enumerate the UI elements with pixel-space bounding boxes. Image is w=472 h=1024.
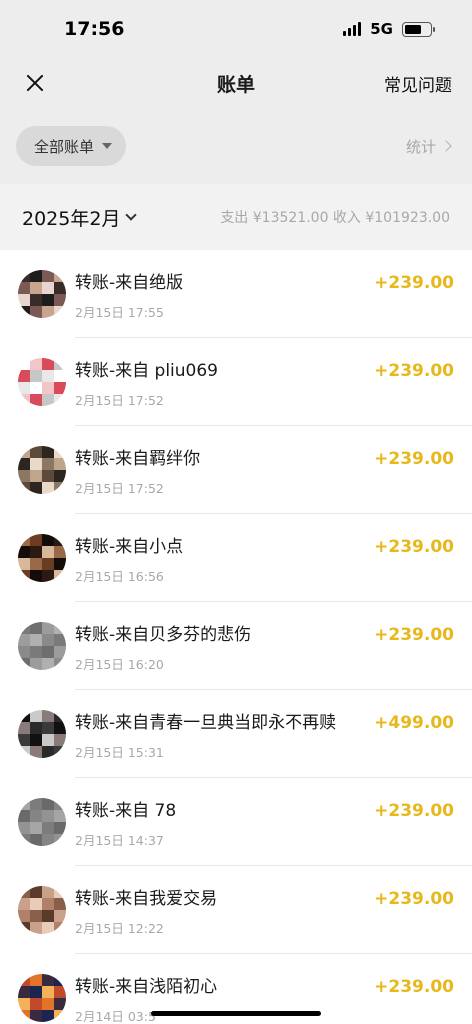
transaction-title: 转账-来自贝多芬的悲伤 (75, 625, 252, 645)
avatar (18, 798, 66, 846)
all-bills-label: 全部账单 (34, 137, 95, 156)
transaction-amount: +239.00 (374, 273, 454, 293)
transaction-time: 2月15日 15:31 (75, 745, 164, 760)
transaction-time: 2月15日 17:52 (75, 393, 164, 408)
transaction-title: 转账-来自绝版 (75, 273, 184, 293)
transaction-amount: +239.00 (374, 625, 454, 645)
month-summary: 支出 ¥13521.00 收入 ¥101923.00 (220, 210, 450, 226)
transaction-time: 2月15日 17:52 (75, 481, 164, 496)
transaction-amount: +239.00 (374, 449, 454, 469)
chevron-right-icon (440, 140, 452, 152)
transaction-amount: +239.00 (374, 361, 454, 381)
filter-row: 全部账单 统计 (0, 108, 472, 184)
transaction-title: 转账-来自浅陌初心 (75, 977, 218, 997)
transaction-row[interactable]: 转账-来自小点 2月15日 16:56 +239.00 (0, 514, 472, 602)
avatar (18, 622, 66, 670)
transaction-row[interactable]: 转账-来自羁绊你 2月15日 17:52 +239.00 (0, 426, 472, 514)
transaction-row[interactable]: 转账-来自我爱交易 2月15日 12:22 +239.00 (0, 866, 472, 954)
transaction-amount: +239.00 (374, 889, 454, 909)
transaction-time: 2月15日 16:20 (75, 657, 164, 672)
transaction-row[interactable]: 转账-来自青春一旦典当即永不再赎 2月15日 15:31 +499.00 (0, 690, 472, 778)
stats-label: 统计 (405, 137, 436, 156)
month-label: 2025年2月 (22, 207, 121, 230)
home-indicator[interactable] (151, 1011, 321, 1016)
transaction-list: 转账-来自绝版 2月15日 17:55 +239.00 转账-来自 pliu06… (0, 250, 472, 1024)
battery-icon (402, 21, 435, 37)
transaction-amount: +239.00 (374, 801, 454, 821)
caret-down-icon (102, 143, 113, 149)
transaction-time: 2月15日 12:22 (75, 921, 164, 936)
transaction-row[interactable]: 转账-来自绝版 2月15日 17:55 +239.00 (0, 250, 472, 338)
transaction-title: 转账-来自我爱交易 (75, 889, 218, 909)
transaction-time: 2月15日 14:37 (75, 833, 164, 848)
month-picker[interactable]: 2025年2月 (22, 204, 138, 231)
transaction-row[interactable]: 转账-来自贝多芬的悲伤 2月15日 16:20 +239.00 (0, 602, 472, 690)
transaction-row[interactable]: 转账-来自 pliu069 2月15日 17:52 +239.00 (0, 338, 472, 426)
avatar (18, 710, 66, 758)
stats-link[interactable]: 统计 (405, 136, 452, 157)
transaction-amount: +239.00 (374, 977, 454, 997)
avatar (18, 446, 66, 494)
avatar (18, 886, 66, 934)
transaction-amount: +499.00 (374, 713, 454, 733)
chevron-down-icon (125, 209, 138, 221)
avatar (18, 358, 66, 406)
nav-bar: 账单 常见问题 (0, 58, 472, 108)
transaction-title: 转账-来自小点 (75, 537, 184, 557)
month-row: 2025年2月 支出 ¥13521.00 收入 ¥101923.00 (0, 184, 472, 250)
faq-link[interactable]: 常见问题 (384, 71, 452, 96)
transaction-time: 2月15日 17:55 (75, 305, 164, 320)
transaction-title: 转账-来自 78 (75, 801, 177, 821)
transaction-row[interactable]: 转账-来自 78 2月15日 14:37 +239.00 (0, 778, 472, 866)
transaction-time: 2月15日 16:56 (75, 569, 164, 584)
status-time: 17:56 (64, 18, 125, 40)
signal-icon (343, 22, 362, 36)
transaction-amount: +239.00 (374, 537, 454, 557)
avatar (18, 974, 66, 1022)
all-bills-filter-button[interactable]: 全部账单 (16, 126, 127, 166)
avatar (18, 270, 66, 318)
close-icon[interactable] (24, 72, 46, 94)
avatar (18, 534, 66, 582)
transaction-title: 转账-来自 pliu069 (75, 361, 218, 381)
network-type: 5G (370, 20, 393, 38)
status-bar: 17:56 5G (0, 0, 472, 58)
transaction-title: 转账-来自青春一旦典当即永不再赎 (75, 713, 337, 733)
status-indicators: 5G (343, 20, 435, 38)
transaction-title: 转账-来自羁绊你 (75, 449, 201, 469)
